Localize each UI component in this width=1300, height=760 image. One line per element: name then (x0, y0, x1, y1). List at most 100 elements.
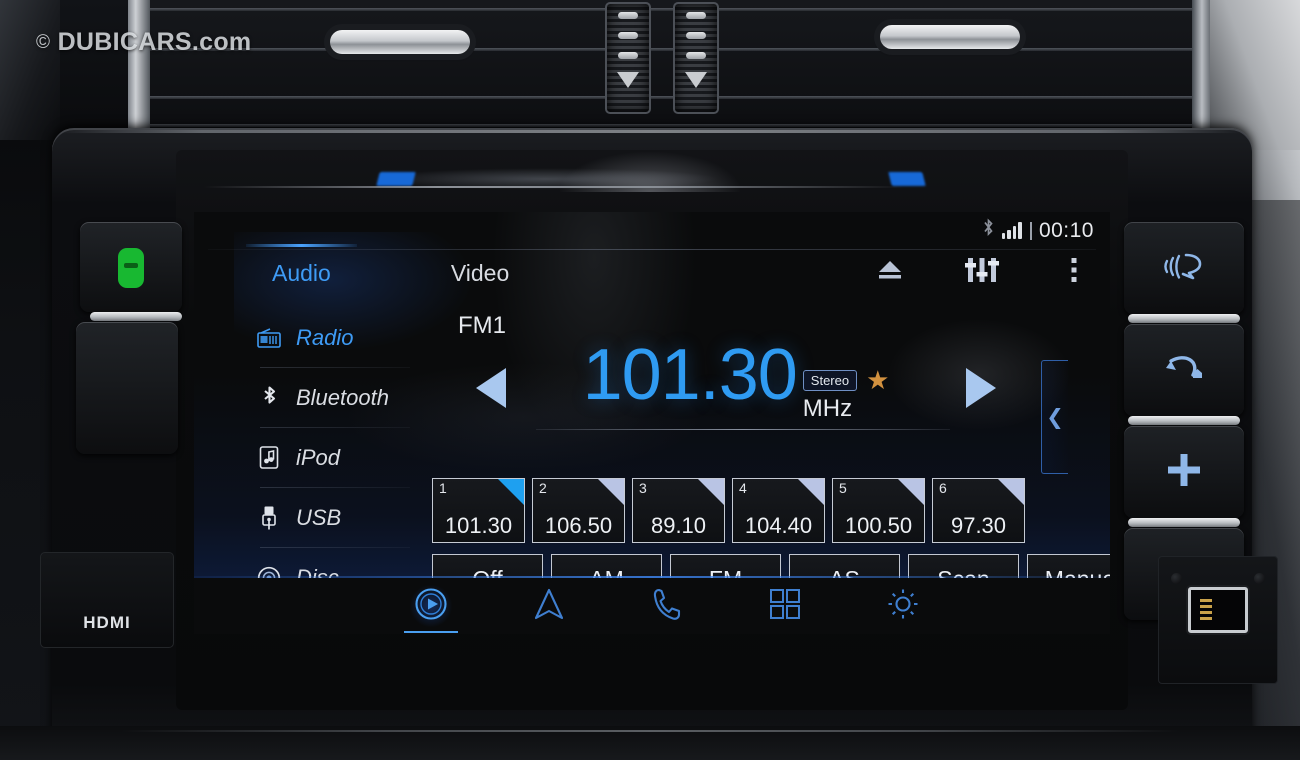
vent-direction-wheel-left[interactable] (605, 2, 651, 114)
preset-frequency: 100.50 (844, 513, 913, 538)
tab-audio-label: Audio (272, 260, 331, 286)
vent-bezel-right (1192, 0, 1210, 135)
clock: 00:10 (1038, 218, 1094, 242)
preset-button-1[interactable]: 1 101.30 (432, 478, 525, 543)
frequency-unit: MHz (802, 395, 853, 423)
back-arrow-home-icon (1160, 351, 1208, 390)
screenshot-root: 00:10 Audio Video Radio Bluetooth iPod U… (0, 0, 1300, 760)
vent-direction-wheel-right[interactable] (673, 2, 719, 114)
preset-corner-indicator (798, 479, 824, 505)
source-sidebar: Radio Bluetooth iPod USB (256, 308, 452, 607)
cabin-light-left (0, 0, 60, 140)
preset-button-6[interactable]: 6 97.30 (932, 478, 1025, 543)
preset-frequency: 101.30 (444, 513, 513, 538)
bottom-nav (194, 578, 1110, 634)
preset-button-2[interactable]: 2 106.50 (532, 478, 625, 543)
sound-waves-icon (1162, 249, 1206, 288)
nav-phone[interactable] (646, 585, 688, 627)
navigation-icon (533, 586, 565, 627)
stereo-badge: Stereo (802, 369, 858, 391)
watermark: © DUBICARS.com (36, 28, 251, 57)
usb-plate-screw (1171, 573, 1182, 584)
car-power-icon (115, 246, 147, 295)
hdmi-port: HDMI (40, 552, 174, 648)
preset-corner-indicator (998, 479, 1024, 505)
usb-port-plate (1158, 556, 1278, 684)
tab-audio[interactable]: Audio (242, 244, 361, 295)
preset-frequency: 89.10 (650, 513, 707, 538)
signal-bars-icon (1001, 222, 1022, 239)
bluetooth-icon (982, 218, 995, 243)
preset-frequency: 97.30 (950, 513, 1007, 538)
usb-icon (256, 505, 282, 531)
sidebar-item-radio-label: Radio (296, 324, 354, 350)
power-button-ridge (90, 312, 182, 321)
bluetooth-icon (256, 385, 282, 411)
nav-navigation[interactable] (528, 585, 570, 627)
air-vents (140, 0, 1200, 128)
tuner-underline (536, 429, 950, 430)
preset-button-4[interactable]: 4 104.40 (732, 478, 825, 543)
vent-slider-right[interactable] (880, 25, 1020, 49)
screen-toolbar (872, 254, 1092, 286)
overflow-menu-icon[interactable] (1056, 254, 1092, 286)
sidebar-item-usb-label: USB (296, 504, 342, 530)
tuner-control: 101.30 Stereo ★ MHz (476, 339, 996, 436)
voice-command-button[interactable] (1124, 222, 1244, 314)
tab-video-label: Video (450, 260, 510, 286)
status-bar-rule (208, 249, 1096, 250)
nav-apps[interactable] (764, 585, 806, 627)
sidebar-item-bluetooth[interactable]: Bluetooth (256, 368, 452, 427)
infotainment-screen[interactable]: 00:10 Audio Video Radio Bluetooth iPod U… (194, 212, 1110, 634)
sidebar-item-ipod[interactable]: iPod (256, 428, 452, 487)
radio-icon (256, 325, 282, 351)
preset-corner-indicator (498, 479, 524, 505)
frequency-meta: Stereo ★ MHz (802, 367, 889, 423)
blank-button[interactable] (76, 322, 178, 454)
ipod-icon (256, 445, 282, 471)
usb-pins (1200, 599, 1212, 621)
status-divider (1029, 221, 1032, 240)
apps-grid-icon (769, 588, 801, 625)
preset-corner-indicator (898, 479, 924, 505)
bottom-trim-line (120, 730, 1180, 732)
media-icon (413, 586, 449, 627)
preset-corner-indicator (598, 479, 624, 505)
back-button-ridge (1128, 416, 1240, 425)
watermark-text: DUBICARS.com (57, 28, 252, 56)
side-panel-collapse-handle[interactable]: ❮ (1041, 360, 1068, 474)
back-home-button[interactable] (1124, 324, 1244, 416)
tab-video[interactable]: Video (435, 254, 525, 295)
eject-icon[interactable] (872, 254, 908, 286)
sidebar-item-radio[interactable]: Radio (256, 308, 452, 367)
sidebar-item-usb[interactable]: USB (256, 488, 452, 547)
band-label: FM1 (458, 312, 506, 339)
preset-corner-indicator (698, 479, 724, 505)
preset-frequency: 106.50 (544, 513, 613, 538)
preset-frequency: 104.40 (744, 513, 813, 538)
watermark-copyright: © (36, 32, 51, 53)
equalizer-icon[interactable] (964, 254, 1000, 286)
seek-down-icon[interactable] (476, 368, 506, 408)
nav-settings[interactable] (882, 585, 924, 627)
seek-up-icon[interactable] (966, 368, 996, 408)
volume-up-button[interactable] (1124, 426, 1244, 518)
frequency-badges: Stereo ★ (802, 367, 889, 393)
preset-button-3[interactable]: 3 89.10 (632, 478, 725, 543)
sidebar-item-ipod-label: iPod (296, 444, 341, 470)
voice-button-ridge (1128, 314, 1240, 323)
usb-a-port[interactable] (1188, 587, 1248, 633)
bezel-reflection-line (204, 186, 904, 188)
power-button[interactable] (80, 222, 182, 312)
star-icon[interactable]: ★ (866, 367, 889, 393)
source-tabs: Audio Video (242, 244, 525, 295)
preset-list: 1 101.30 2 106.50 3 89.10 4 104.40 5 100… (432, 478, 1025, 543)
hdmi-label: HDMI (83, 613, 131, 632)
vent-slider-left[interactable] (330, 30, 470, 54)
chevron-left-icon: ❮ (1046, 405, 1064, 429)
sidebar-item-bluetooth-label: Bluetooth (296, 384, 389, 410)
preset-button-5[interactable]: 5 100.50 (832, 478, 925, 543)
usb-plate-screw (1254, 573, 1265, 584)
nav-media[interactable] (404, 585, 458, 633)
vent-bezel-left (128, 0, 150, 130)
